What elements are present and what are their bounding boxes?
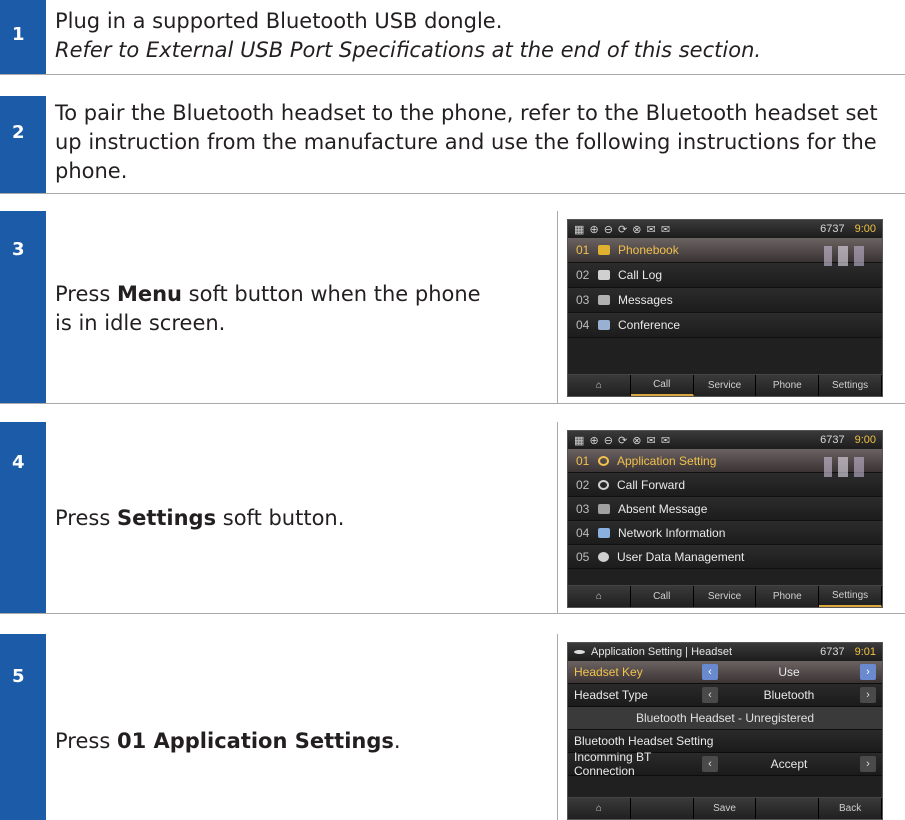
call-log-icon xyxy=(598,270,610,280)
clock: 9:00 xyxy=(854,223,876,235)
chevron-left-icon[interactable]: ‹ xyxy=(702,687,718,703)
step-number-badge: 5 xyxy=(0,634,46,820)
soft-key-bar: ⌂ Call Service Phone Settings xyxy=(568,585,882,607)
back-button[interactable]: Back xyxy=(819,798,882,819)
status-icons: ▦ ⊕ ⊖ ⟳ ⊗ ✉ ✉ xyxy=(574,223,672,236)
step-2: 2 To pair the Bluetooth headset to the p… xyxy=(0,96,905,194)
step-text: Plug in a supported Bluetooth USB dongle… xyxy=(55,7,761,65)
step-1: 1 Plug in a supported Bluetooth USB dong… xyxy=(0,0,905,75)
extension-number: 6737 xyxy=(820,434,845,446)
menu-item-user-data-management[interactable]: 05 User Data Management xyxy=(568,545,882,569)
gear-icon xyxy=(574,650,585,654)
network-icon xyxy=(598,527,610,538)
gear-icon xyxy=(598,455,609,466)
step-text: Press 01 Application Settings. xyxy=(55,729,401,753)
tab-service[interactable]: Service xyxy=(693,375,757,396)
chevron-left-icon[interactable]: ‹ xyxy=(702,664,718,680)
tab-call[interactable]: Call xyxy=(630,375,694,396)
screen-title: Application Setting | Headset xyxy=(591,646,733,658)
phone-screenshot-headset: Application Setting | Headset 6737 9:01 … xyxy=(567,642,883,820)
step-number-badge: 4 xyxy=(0,422,46,613)
step-number-badge: 3 xyxy=(0,211,46,403)
status-bar: ▦ ⊕ ⊖ ⟳ ⊗ ✉ ✉ 6737 9:00 xyxy=(568,220,882,238)
clock: 9:01 xyxy=(854,646,876,658)
step-instruction: Plug in a supported Bluetooth USB dongle… xyxy=(55,9,503,33)
home-icon[interactable]: ⌂ xyxy=(568,798,631,819)
messages-icon xyxy=(598,295,610,305)
softkey-empty xyxy=(756,798,820,819)
save-button[interactable]: Save xyxy=(693,798,757,819)
chevron-left-icon[interactable]: ‹ xyxy=(702,756,718,772)
absent-message-icon xyxy=(598,503,610,514)
tab-phone[interactable]: Phone xyxy=(756,586,820,607)
home-icon[interactable]: ⌂ xyxy=(568,375,631,396)
tab-service[interactable]: Service xyxy=(693,586,757,607)
column-divider xyxy=(557,211,558,403)
step-text: Press Menu soft button when the phone is… xyxy=(55,282,481,335)
decorative-pixels xyxy=(814,246,874,266)
menu-item-messages[interactable]: 03 Messages xyxy=(568,288,882,313)
phone-screenshot-menu: ▦ ⊕ ⊖ ⟳ ⊗ ✉ ✉ 6737 9:00 01 Phonebook 02 Ca… xyxy=(567,219,883,397)
tab-call[interactable]: Call xyxy=(630,586,694,607)
tab-settings[interactable]: Settings xyxy=(819,586,882,607)
setting-incoming-bt-connection[interactable]: Incomming BT Connection ‹ Accept › xyxy=(568,750,882,778)
extension-number: 6737 xyxy=(820,223,845,235)
status-icons: ▦ ⊕ ⊖ ⟳ ⊗ ✉ ✉ xyxy=(574,434,672,447)
call-forward-icon xyxy=(598,479,609,490)
step-number-badge: 1 xyxy=(0,0,46,74)
phone-screen: ▦ ⊕ ⊖ ⟳ ⊗ ✉ ✉ 6737 9:00 01 Application Se… xyxy=(567,430,883,608)
setting-headset-key[interactable]: Headset Key ‹ Use › xyxy=(568,661,882,684)
decorative-pixels xyxy=(814,457,874,477)
phonebook-icon xyxy=(598,245,610,255)
status-bar: Application Setting | Headset 6737 9:01 xyxy=(568,643,882,661)
column-divider xyxy=(557,422,558,613)
step-text: Press Settings soft button. xyxy=(55,506,345,530)
tab-settings[interactable]: Settings xyxy=(819,375,882,396)
chevron-right-icon[interactable]: › xyxy=(860,756,876,772)
setting-headset-type[interactable]: Headset Type ‹ Bluetooth › xyxy=(568,684,882,707)
phone-screen: ▦ ⊕ ⊖ ⟳ ⊗ ✉ ✉ 6737 9:00 01 Phonebook 02 Ca… xyxy=(567,219,883,397)
phone-screen: Application Setting | Headset 6737 9:01 … xyxy=(567,642,883,820)
softkey-empty xyxy=(630,798,694,819)
menu-item-conference[interactable]: 04 Conference xyxy=(568,313,882,338)
step-text: To pair the Bluetooth headset to the pho… xyxy=(55,99,895,186)
clock: 9:00 xyxy=(854,434,876,446)
column-divider xyxy=(557,634,558,820)
step-4: 4 Press Settings soft button. ▦ ⊕ ⊖ ⟳ ⊗ … xyxy=(0,422,905,614)
menu-item-absent-message[interactable]: 03 Absent Message xyxy=(568,497,882,521)
menu-item-call-log[interactable]: 02 Call Log xyxy=(568,263,882,288)
headset-status-banner: Bluetooth Headset - Unregistered xyxy=(568,707,882,730)
step-5: 5 Press 01 Application Settings. Applica… xyxy=(0,634,905,820)
chevron-right-icon[interactable]: › xyxy=(860,664,876,680)
user-data-icon xyxy=(598,551,609,562)
step-3: 3 Press Menu soft button when the phone … xyxy=(0,211,905,404)
soft-key-bar: ⌂ Call Service Phone Settings xyxy=(568,374,882,396)
step-note: Refer to External USB Port Specification… xyxy=(55,38,762,62)
chevron-right-icon[interactable]: › xyxy=(860,687,876,703)
soft-key-bar: ⌂ Save Back xyxy=(568,797,882,819)
step-instruction: To pair the Bluetooth headset to the pho… xyxy=(55,101,878,183)
extension-number: 6737 xyxy=(820,646,845,658)
tab-phone[interactable]: Phone xyxy=(756,375,820,396)
step-number-badge: 2 xyxy=(0,96,46,193)
conference-icon xyxy=(598,320,610,330)
home-icon[interactable]: ⌂ xyxy=(568,586,631,607)
status-bar: ▦ ⊕ ⊖ ⟳ ⊗ ✉ ✉ 6737 9:00 xyxy=(568,431,882,449)
menu-item-network-information[interactable]: 04 Network Information xyxy=(568,521,882,545)
phone-screenshot-settings: ▦ ⊕ ⊖ ⟳ ⊗ ✉ ✉ 6737 9:00 01 Application Se… xyxy=(567,430,883,608)
